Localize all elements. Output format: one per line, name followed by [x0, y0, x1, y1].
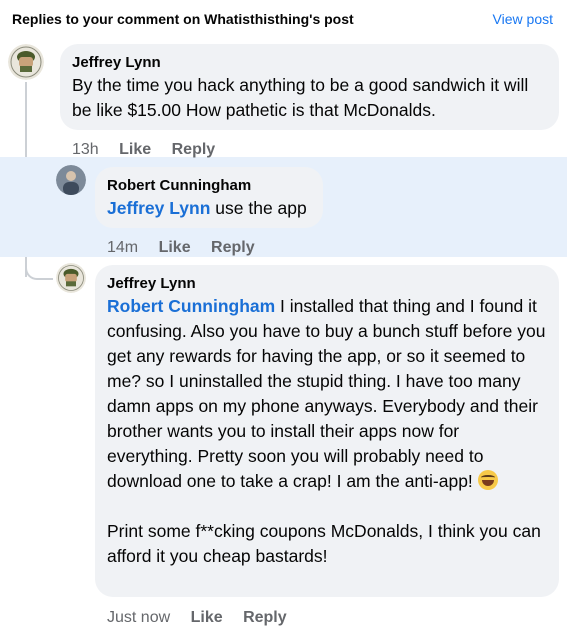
thread-elbow: [25, 258, 53, 280]
comment-time[interactable]: 14m: [107, 239, 138, 256]
view-post-link[interactable]: View post: [493, 11, 553, 27]
avatar[interactable]: [56, 165, 86, 195]
soldier-avatar-icon: [8, 44, 44, 80]
person-avatar-icon: [56, 165, 86, 195]
notification-header: Replies to your comment on Whatisthisthi…: [0, 0, 567, 38]
comment-author[interactable]: Jeffrey Lynn: [72, 52, 547, 73]
comment-bubble: Jeffrey Lynn Robert Cunningham I install…: [95, 265, 559, 597]
reply-button[interactable]: Reply: [243, 609, 287, 626]
comment-author[interactable]: Jeffrey Lynn: [107, 273, 547, 294]
comment-actions: 13h Like Reply: [72, 141, 231, 159]
comment-bubble: Jeffrey Lynn By the time you hack anythi…: [60, 44, 559, 130]
comment-time[interactable]: 13h: [72, 141, 99, 158]
like-button[interactable]: Like: [159, 239, 191, 256]
mention-link[interactable]: Robert Cunningham: [107, 296, 275, 316]
comment-text: I installed that thing and I found it co…: [107, 296, 546, 491]
comment-author[interactable]: Robert Cunningham: [107, 175, 311, 196]
laughing-crying-emoji-icon: [477, 470, 498, 490]
page-title: Replies to your comment on Whatisthisthi…: [12, 11, 354, 27]
comment-text-paragraph: Print some f**cking coupons McDonalds, I…: [107, 521, 541, 566]
mention-link[interactable]: Jeffrey Lynn: [107, 198, 210, 218]
comment-text: By the time you hack anything to be a go…: [72, 75, 529, 120]
avatar[interactable]: [56, 263, 86, 293]
avatar[interactable]: [8, 44, 44, 80]
comment-actions: Just now Like Reply: [107, 609, 303, 627]
comment-time[interactable]: Just now: [107, 609, 170, 626]
comment-actions: 14m Like Reply: [107, 239, 271, 257]
soldier-avatar-icon: [56, 263, 86, 293]
like-button[interactable]: Like: [119, 141, 151, 158]
reply-button[interactable]: Reply: [211, 239, 255, 256]
comment-text: use the app: [210, 198, 307, 218]
comment-bubble: Robert Cunningham Jeffrey Lynn use the a…: [95, 167, 323, 228]
reply-button[interactable]: Reply: [172, 141, 216, 158]
like-button[interactable]: Like: [191, 609, 223, 626]
